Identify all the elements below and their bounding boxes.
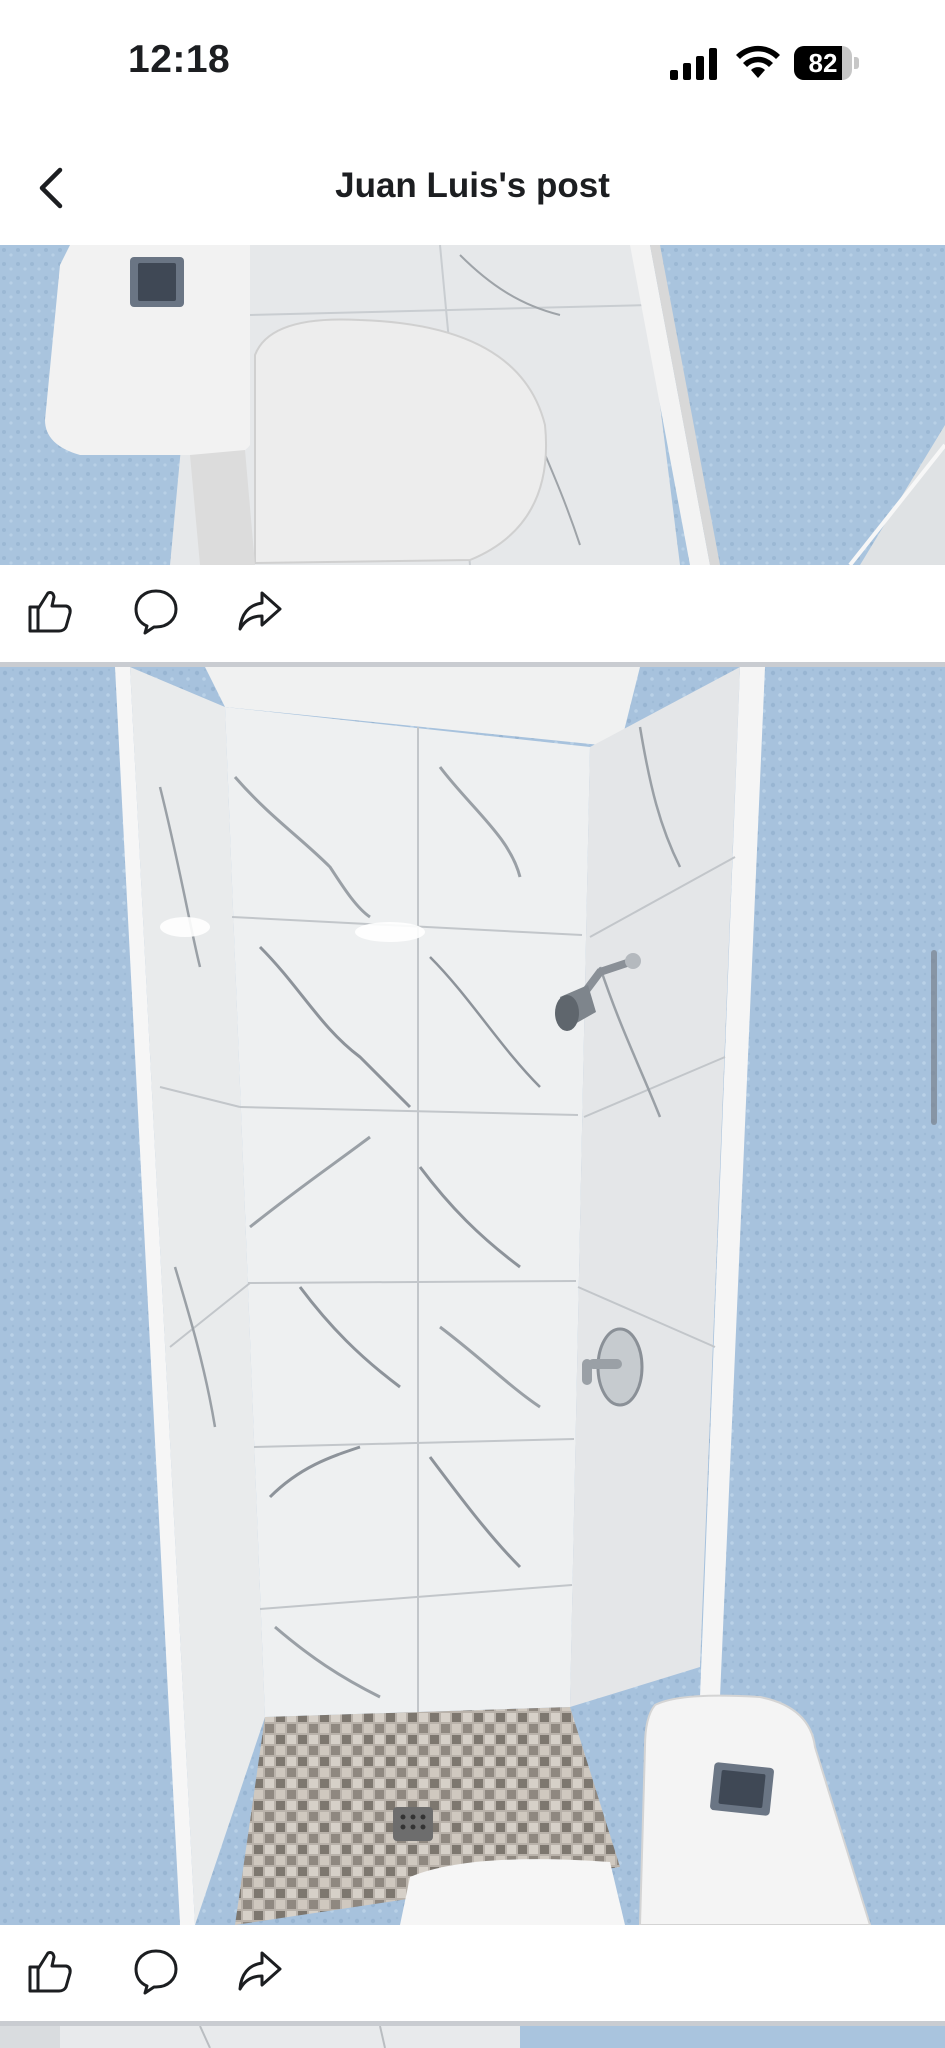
post-actions bbox=[0, 1925, 945, 2015]
post-photo-shower[interactable] bbox=[0, 667, 945, 1925]
post-actions bbox=[0, 565, 945, 655]
like-icon bbox=[28, 1951, 72, 1993]
comment-icon bbox=[134, 589, 178, 635]
page-title: Juan Luis's post bbox=[335, 166, 610, 205]
battery-level: 82 bbox=[808, 48, 838, 78]
status-time: 12:18 bbox=[128, 38, 231, 81]
wifi-icon bbox=[736, 45, 780, 78]
scroll-indicator[interactable] bbox=[931, 950, 937, 1125]
status-bar: 12:18 82 bbox=[0, 0, 945, 130]
battery-icon: 82 bbox=[794, 46, 860, 80]
share-button[interactable] bbox=[234, 585, 286, 637]
post-photo-next[interactable] bbox=[0, 2026, 945, 2048]
comment-button[interactable] bbox=[130, 585, 182, 637]
post-header: Juan Luis's post bbox=[0, 130, 945, 245]
share-icon bbox=[238, 591, 282, 631]
comment-button[interactable] bbox=[130, 1945, 182, 1997]
comment-icon bbox=[134, 1949, 178, 1995]
like-button[interactable] bbox=[24, 585, 76, 637]
like-button[interactable] bbox=[24, 1945, 76, 1997]
post-photo-toilet[interactable] bbox=[0, 245, 945, 565]
cellular-signal-icon bbox=[670, 48, 717, 80]
share-button[interactable] bbox=[234, 1945, 286, 1997]
share-icon bbox=[238, 1951, 282, 1991]
like-icon bbox=[28, 591, 72, 633]
